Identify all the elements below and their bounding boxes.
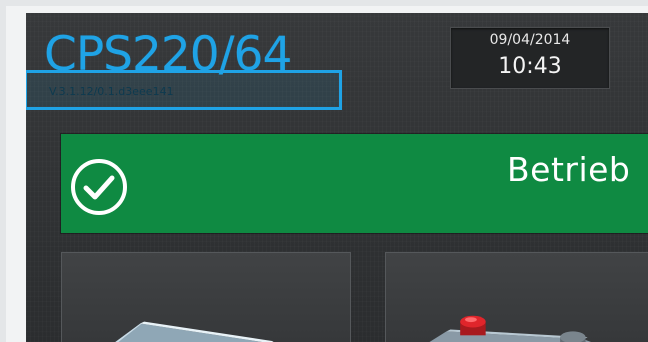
battery-icon bbox=[115, 321, 274, 342]
version-selection[interactable]: V.3.1.12/0.1.d3eee141 bbox=[26, 70, 342, 110]
battery-icon bbox=[429, 315, 592, 342]
header-bar: CPS220/64 V.3.1.12/0.1.d3eee141 09/04/20… bbox=[26, 13, 648, 111]
device-screen: CPS220/64 V.3.1.12/0.1.d3eee141 09/04/20… bbox=[26, 13, 648, 342]
battery-tile-left[interactable] bbox=[61, 252, 351, 342]
check-circle-icon bbox=[71, 159, 127, 215]
clock-date: 09/04/2014 bbox=[489, 32, 571, 48]
version-label: V.3.1.12/0.1.d3eee141 bbox=[49, 85, 174, 98]
battery-tile-right[interactable] bbox=[385, 252, 648, 342]
clock-panel: 09/04/2014 10:43 bbox=[450, 27, 610, 89]
status-label: Betrieb bbox=[507, 150, 631, 189]
clock-time: 10:43 bbox=[498, 54, 562, 79]
status-banner[interactable]: Betrieb bbox=[61, 134, 648, 233]
